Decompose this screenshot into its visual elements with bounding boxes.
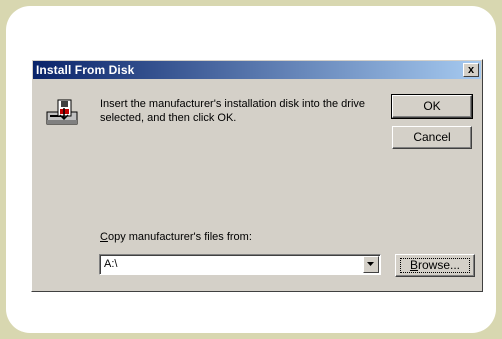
files-location-combobox[interactable]: A:\ bbox=[99, 254, 381, 275]
ok-button-label: OK bbox=[423, 99, 441, 113]
title-bar[interactable]: Install From Disk x bbox=[33, 61, 481, 79]
copy-files-from-label: Copy manufacturer's files from: bbox=[100, 231, 252, 243]
copy-label-accelerator: C bbox=[100, 231, 108, 243]
files-location-value: A:\ bbox=[104, 258, 118, 270]
dropdown-button[interactable] bbox=[363, 256, 379, 273]
chevron-down-icon bbox=[367, 262, 374, 266]
close-button[interactable]: x bbox=[463, 63, 479, 77]
floppy-disk-drive-icon bbox=[46, 99, 78, 125]
copy-label-text: opy manufacturer's files from: bbox=[107, 231, 252, 243]
install-from-disk-dialog: Install From Disk x Insert the manufactu… bbox=[31, 59, 483, 292]
cancel-button[interactable]: Cancel bbox=[392, 126, 472, 149]
focus-rectangle bbox=[400, 258, 470, 273]
instruction-text: Insert the manufacturer's installation d… bbox=[100, 98, 366, 124]
dialog-title: Install From Disk bbox=[36, 63, 135, 77]
ok-button[interactable]: OK bbox=[391, 94, 473, 119]
cancel-button-label: Cancel bbox=[413, 130, 451, 144]
browse-button[interactable]: Browse... bbox=[395, 254, 475, 277]
close-icon: x bbox=[467, 64, 475, 76]
